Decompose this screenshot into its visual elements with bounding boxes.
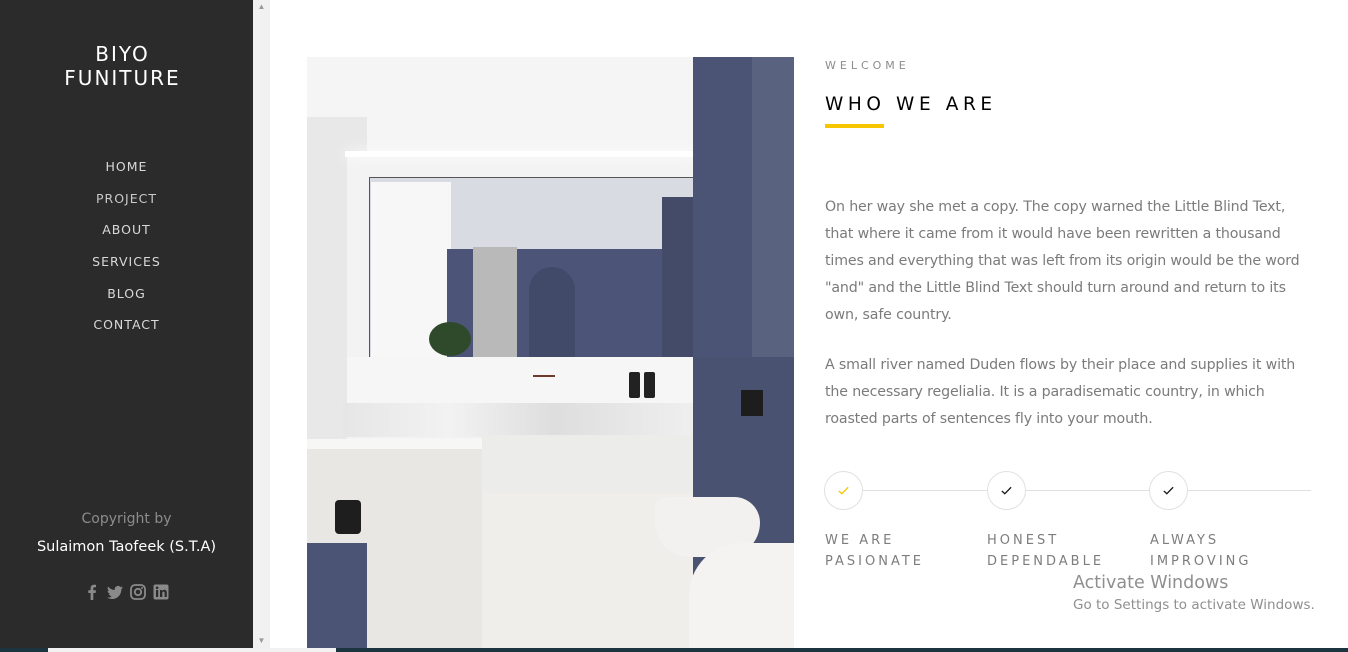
step-3-line-2: IMPROVING: [1150, 554, 1252, 569]
step-1-label: WE ARE PASIONATE: [825, 530, 965, 572]
step-1-check-icon: [824, 471, 863, 510]
step-2-label: HONEST DEPENDABLE: [987, 530, 1127, 572]
heading-underline: [825, 124, 884, 128]
step-2-check-icon: [987, 471, 1026, 510]
social-links: [84, 584, 169, 600]
scroll-up-icon[interactable]: ▲: [253, 0, 270, 14]
sidebar: BIYO FUNITURE HOME PROJECT ABOUT SERVICE…: [0, 0, 253, 652]
step-2-line-2: DEPENDABLE: [987, 554, 1105, 569]
instagram-icon[interactable]: [130, 584, 146, 600]
facebook-icon[interactable]: [84, 584, 100, 600]
nav-item-home[interactable]: HOME: [0, 157, 253, 189]
logo-line-1: BIYO: [95, 42, 150, 66]
bathroom-photo: [307, 57, 794, 648]
step-3-label: ALWAYS IMPROVING: [1150, 530, 1290, 572]
nav-item-contact[interactable]: CONTACT: [0, 315, 253, 347]
twitter-icon[interactable]: [107, 584, 123, 600]
copyright-label: Copyright by: [81, 511, 172, 527]
step-1-line-1: WE ARE: [825, 533, 895, 548]
nav-item-services[interactable]: SERVICES: [0, 252, 253, 284]
copyright-block: Copyright by Sulaimon Taofeek (S.T.A): [0, 508, 253, 560]
about-paragraph-2: A small river named Duden flows by their…: [825, 357, 1296, 427]
step-1-line-2: PASIONATE: [825, 554, 924, 569]
nav-item-blog[interactable]: BLOG: [0, 284, 253, 316]
step-3-line-1: ALWAYS: [1150, 533, 1220, 548]
watermark-title: Activate Windows: [1073, 573, 1229, 593]
section-heading: WHO WE ARE: [825, 94, 997, 115]
timeline-line: [862, 490, 1311, 491]
windows-activation-watermark: Activate Windows Go to Settings to activ…: [1073, 572, 1315, 615]
watermark-subtitle: Go to Settings to activate Windows.: [1073, 597, 1315, 613]
logo-line-2: FUNITURE: [64, 66, 181, 90]
step-3-check-icon: [1149, 471, 1188, 510]
sidebar-scrollbar[interactable]: ▲ ▼: [253, 0, 270, 648]
site-logo[interactable]: BIYO FUNITURE: [0, 42, 245, 90]
step-2-line-1: HONEST: [987, 533, 1060, 548]
nav-item-project[interactable]: PROJECT: [0, 189, 253, 221]
about-paragraph-1: On her way she met a copy. The copy warn…: [825, 199, 1300, 323]
section-eyebrow: WELCOME: [825, 59, 910, 72]
linkedin-icon[interactable]: [153, 584, 169, 600]
nav-item-about[interactable]: ABOUT: [0, 220, 253, 252]
copyright-name: Sulaimon Taofeek (S.T.A): [36, 539, 217, 555]
main-nav: HOME PROJECT ABOUT SERVICES BLOG CONTACT: [0, 157, 253, 347]
scroll-down-icon[interactable]: ▼: [253, 634, 270, 648]
taskbar-search-box[interactable]: [48, 648, 336, 652]
